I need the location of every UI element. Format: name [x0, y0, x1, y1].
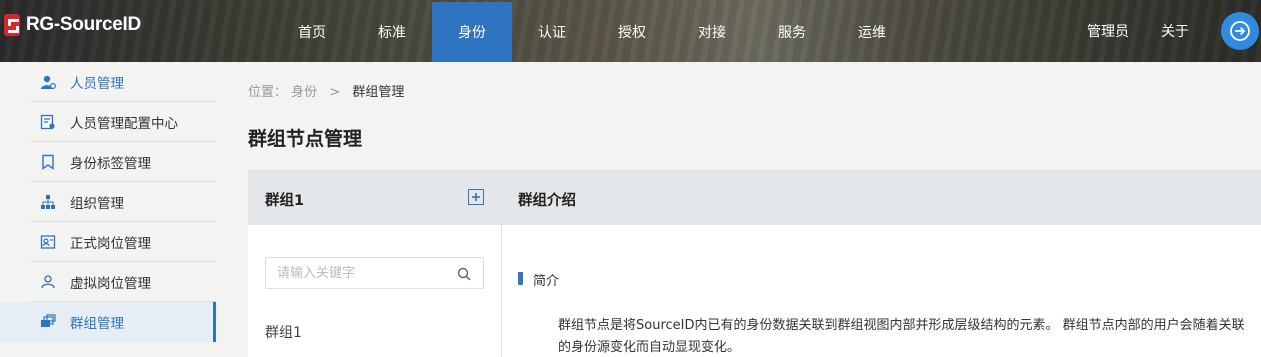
page-title: 群组节点管理	[248, 128, 363, 150]
brand[interactable]: RG-SourceID	[4, 12, 141, 38]
logout-button[interactable]	[1221, 12, 1259, 50]
sidebar-item-groups[interactable]: 群组管理	[0, 302, 216, 342]
nav-item-home[interactable]: 首页	[272, 2, 352, 62]
logout-icon	[1230, 21, 1250, 41]
sidebar-item-label: 人员管理配置中心	[70, 115, 178, 132]
search-box	[265, 257, 484, 289]
breadcrumb-prefix: 位置：	[248, 85, 288, 100]
breadcrumb-parent[interactable]: 身份	[291, 85, 317, 100]
sidebar-item-label: 虚拟岗位管理	[70, 275, 151, 292]
virtual-person-icon	[40, 274, 62, 290]
search-input[interactable]	[266, 258, 446, 288]
nav-item-identity[interactable]: 身份	[432, 2, 512, 62]
main-nav: 首页 标准 身份 认证 授权 对接 服务 运维	[272, 2, 912, 62]
person-icon	[40, 74, 62, 90]
breadcrumb-separator: >	[329, 85, 341, 100]
group-panel: 群组1 群组1 群组介绍 简介 群组节点是将SourceID内已有的身份数据关联…	[248, 170, 1261, 357]
section-label: 简介	[533, 274, 560, 289]
nav-item-ops[interactable]: 运维	[832, 2, 912, 62]
sidebar-item-org[interactable]: 组织管理	[30, 182, 216, 222]
nav-right: 管理员 关于	[1087, 0, 1261, 62]
id-card-icon	[40, 234, 62, 250]
group-icon	[40, 314, 62, 330]
nav-item-authorization[interactable]: 授权	[592, 2, 672, 62]
sidebar-item-label: 组织管理	[70, 195, 124, 212]
config-icon	[40, 114, 62, 130]
about-link[interactable]: 关于	[1161, 21, 1189, 41]
nav-item-auth[interactable]: 认证	[512, 2, 592, 62]
group-description: 群组节点是将SourceID内已有的身份数据关联到群组视图内部并形成层级结构的元…	[558, 318, 1245, 355]
sidebar-item-label: 身份标签管理	[70, 155, 151, 172]
section-marker	[518, 272, 523, 285]
sidebar-item-virtual-posts[interactable]: 虚拟岗位管理	[30, 262, 216, 302]
nav-item-service[interactable]: 服务	[752, 2, 832, 62]
search-icon[interactable]	[457, 266, 471, 285]
top-navbar: RG-SourceID 首页 标准 身份 认证 授权 对接 服务 运维 管理员 …	[0, 0, 1261, 62]
brand-name: RG-SourceID	[26, 14, 141, 35]
group-tree-item[interactable]: 群组1	[265, 322, 302, 342]
nav-item-integration[interactable]: 对接	[672, 2, 752, 62]
bookmark-icon	[40, 154, 62, 170]
sidebar-item-people[interactable]: 人员管理	[30, 62, 216, 102]
sidebar-item-label: 人员管理	[70, 75, 124, 92]
sidebar-item-people-config[interactable]: 人员管理配置中心	[30, 102, 216, 142]
group-tree-title: 群组1	[265, 193, 305, 209]
nav-item-standard[interactable]: 标准	[352, 2, 432, 62]
sidebar-item-label: 群组管理	[70, 316, 124, 332]
group-intro-title: 群组介绍	[518, 193, 576, 209]
org-icon	[40, 194, 62, 210]
sidebar-item-formal-posts[interactable]: 正式岗位管理	[30, 222, 216, 262]
admin-link[interactable]: 管理员	[1087, 21, 1129, 41]
breadcrumb: 位置： 身份 > 群组管理	[248, 81, 404, 100]
add-group-button[interactable]	[468, 189, 484, 205]
sidebar-item-identity-tags[interactable]: 身份标签管理	[30, 142, 216, 182]
plus-icon	[472, 193, 480, 201]
breadcrumb-current: 群组管理	[352, 85, 405, 100]
sidebar: 人员管理 人员管理配置中心 身份标签管理 组织管理 正式岗位管理 虚拟岗位管理	[0, 62, 216, 357]
brand-logo-icon	[4, 14, 20, 36]
group-tree-column: 群组1 群组1	[248, 170, 502, 357]
sidebar-item-label: 正式岗位管理	[70, 235, 151, 252]
